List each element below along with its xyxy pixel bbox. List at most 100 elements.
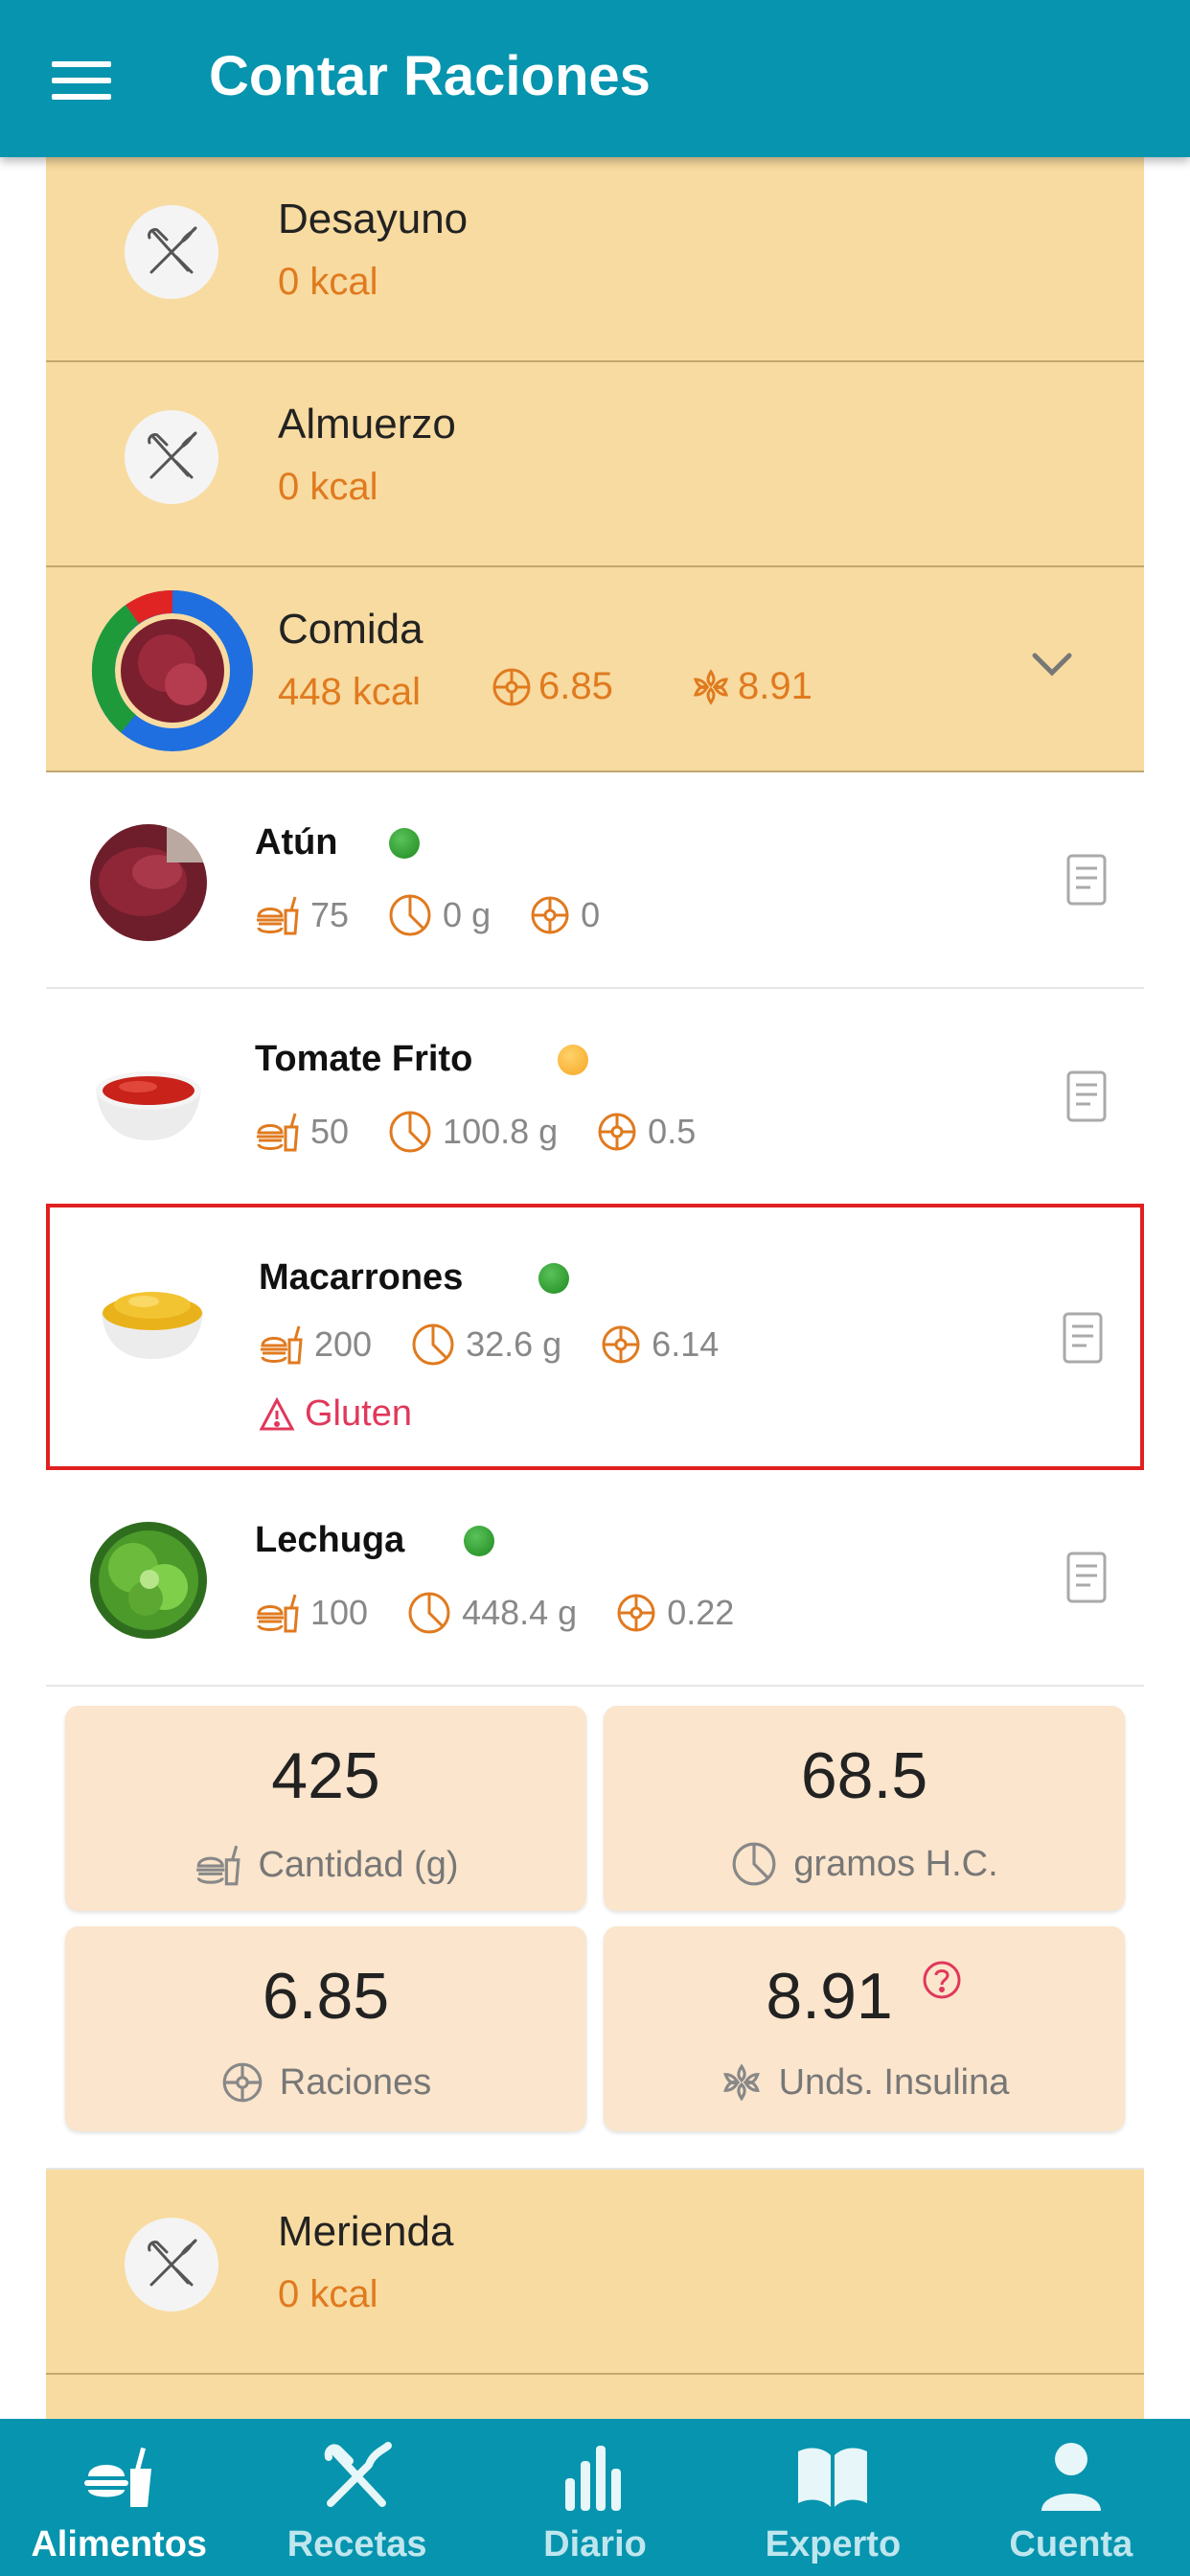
meal-desayuno[interactable]: Desayuno 0 kcal <box>46 157 1144 362</box>
chevron-down-icon[interactable] <box>1023 636 1081 694</box>
allergen-warning: Gluten <box>259 1393 412 1435</box>
insulin-icon <box>693 668 729 705</box>
food-cantidad: 50 <box>253 1108 349 1156</box>
food-amount-icon <box>196 1845 240 1886</box>
meal-comida[interactable]: Comida 448 kcal 6.85 8.91 <box>46 567 1144 772</box>
food-hc: 0 g <box>387 892 491 938</box>
food-amount-icon <box>257 896 299 935</box>
food-item-tomate-frito[interactable]: Tomate Frito 50 100.8 g 0.5 <box>46 989 1144 1206</box>
meal-kcal: 0 kcal <box>278 2273 378 2315</box>
meal-almuerzo[interactable]: Almuerzo 0 kcal <box>46 362 1144 567</box>
food-stats: 75 0 g 0 <box>253 891 638 939</box>
food-name: Lechuga <box>255 1520 405 1560</box>
summary-value: 8.91 <box>766 1960 893 2033</box>
meal-next-partial[interactable] <box>46 2375 1144 2419</box>
nav-label: Diario <box>543 2524 647 2564</box>
food-cantidad: 100 <box>253 1589 368 1637</box>
help-icon[interactable] <box>921 1959 963 2001</box>
meal-summary: 425 Cantidad (g) 68.5 gramos H.C. 6.85 R… <box>46 1687 1144 2170</box>
person-icon <box>1041 2443 1101 2511</box>
food-item-lechuga[interactable]: Lechuga 100 448.4 g 0.22 <box>46 1470 1144 1687</box>
meal-name: Desayuno <box>278 196 469 242</box>
meal-kcal: 448 kcal <box>278 671 421 713</box>
summary-card-raciones: 6.85 Raciones <box>65 1926 586 2131</box>
food-amount-icon <box>261 1325 303 1365</box>
notes-icon[interactable] <box>1065 1551 1108 1604</box>
nav-label: Recetas <box>286 2524 427 2564</box>
food-raciones-value: 0.5 <box>648 1112 697 1151</box>
nav-diario[interactable]: Diario <box>476 2419 714 2576</box>
allergen-label: Gluten <box>305 1393 412 1434</box>
utensils-icon <box>324 2442 392 2507</box>
meal-merienda[interactable]: Merienda 0 kcal <box>46 2170 1144 2375</box>
food-hc: 32.6 g <box>410 1322 561 1368</box>
page-title: Contar Raciones <box>209 45 651 107</box>
nav-label: Alimentos <box>31 2524 208 2564</box>
food-item-atun[interactable]: Atún 75 0 g 0 <box>46 772 1144 989</box>
food-hc-value: 32.6 g <box>466 1324 562 1364</box>
warning-icon <box>259 1396 295 1430</box>
pie-icon <box>389 1111 431 1153</box>
meal-name: Almuerzo <box>278 401 456 448</box>
nav-alimentos[interactable]: Alimentos <box>0 2419 238 2576</box>
meal-list[interactable]: Desayuno 0 kcal Almuerzo 0 kcal Comida 4… <box>46 157 1144 2419</box>
meal-insulina: 8.91 <box>690 665 812 708</box>
meal-insulina-value: 8.91 <box>738 665 812 707</box>
notes-icon[interactable] <box>1065 1070 1108 1123</box>
food-raciones: 0 <box>529 894 600 936</box>
summary-value: 68.5 <box>800 1739 928 1812</box>
food-raciones-value: 0 <box>581 895 601 934</box>
summary-label-row: Cantidad (g) <box>65 1840 586 1890</box>
summary-label: Raciones <box>279 2061 432 2103</box>
food-cantidad-value: 75 <box>310 895 350 934</box>
food-item-macarrones[interactable]: Macarrones 200 32.6 g 6.14 Gluten <box>46 1204 1144 1470</box>
food-stats: 100 448.4 g 0.22 <box>253 1589 772 1637</box>
food-raciones-value: 6.14 <box>652 1324 720 1364</box>
food-image <box>90 1041 207 1158</box>
menu-icon[interactable] <box>52 61 111 100</box>
raciones-icon <box>531 896 569 934</box>
nav-cuenta[interactable]: Cuenta <box>952 2419 1190 2576</box>
food-amount-icon <box>257 1594 299 1633</box>
summary-label-row: Unds. Insulina <box>604 2060 1125 2104</box>
nav-experto[interactable]: Experto <box>714 2419 951 2576</box>
meal-name: Comida <box>278 606 423 653</box>
meal-name: Merienda <box>278 2208 454 2255</box>
utensils-icon <box>125 2218 218 2312</box>
meal-raciones-value: 6.85 <box>538 665 613 707</box>
food-hc: 448.4 g <box>406 1590 577 1636</box>
food-amount-icon <box>257 1113 299 1152</box>
food-hc-value: 0 g <box>443 895 492 934</box>
food-stats: 50 100.8 g 0.5 <box>253 1108 734 1156</box>
summary-label: Unds. Insulina <box>778 2061 1010 2103</box>
food-name: Tomate Frito <box>255 1039 473 1079</box>
meal-kcal: 0 kcal <box>278 261 378 303</box>
food-hc-value: 448.4 g <box>462 1593 578 1632</box>
summary-label: gramos H.C. <box>793 1843 998 1884</box>
food-cantidad: 200 <box>257 1321 372 1368</box>
summary-label-row: Raciones <box>65 2060 586 2104</box>
nav-recetas[interactable]: Recetas <box>238 2419 475 2576</box>
macro-donut-chart <box>90 588 255 753</box>
summary-value: 425 <box>271 1739 380 1812</box>
meal-kcal: 0 kcal <box>278 466 378 508</box>
app-bar: Contar Raciones <box>0 0 1190 157</box>
food-image <box>90 1522 207 1639</box>
raciones-icon <box>602 1325 640 1364</box>
insulin-icon <box>722 2063 760 2102</box>
food-cantidad-value: 200 <box>314 1324 373 1364</box>
food-raciones: 0.5 <box>596 1111 696 1153</box>
summary-card-cantidad: 425 Cantidad (g) <box>65 1706 586 1911</box>
summary-card-hc: 68.5 gramos H.C. <box>604 1706 1125 1911</box>
food-name: Atún <box>255 822 338 862</box>
notes-icon[interactable] <box>1065 853 1108 907</box>
nav-label: Experto <box>765 2524 902 2564</box>
notes-icon[interactable] <box>1062 1311 1104 1365</box>
food-icon <box>84 2447 152 2507</box>
status-dot <box>464 1526 494 1556</box>
meal-raciones: 6.85 <box>491 665 613 708</box>
status-dot <box>538 1263 569 1294</box>
summary-label: Cantidad (g) <box>258 1844 459 1885</box>
raciones-icon <box>492 668 531 705</box>
utensils-icon <box>125 410 218 504</box>
